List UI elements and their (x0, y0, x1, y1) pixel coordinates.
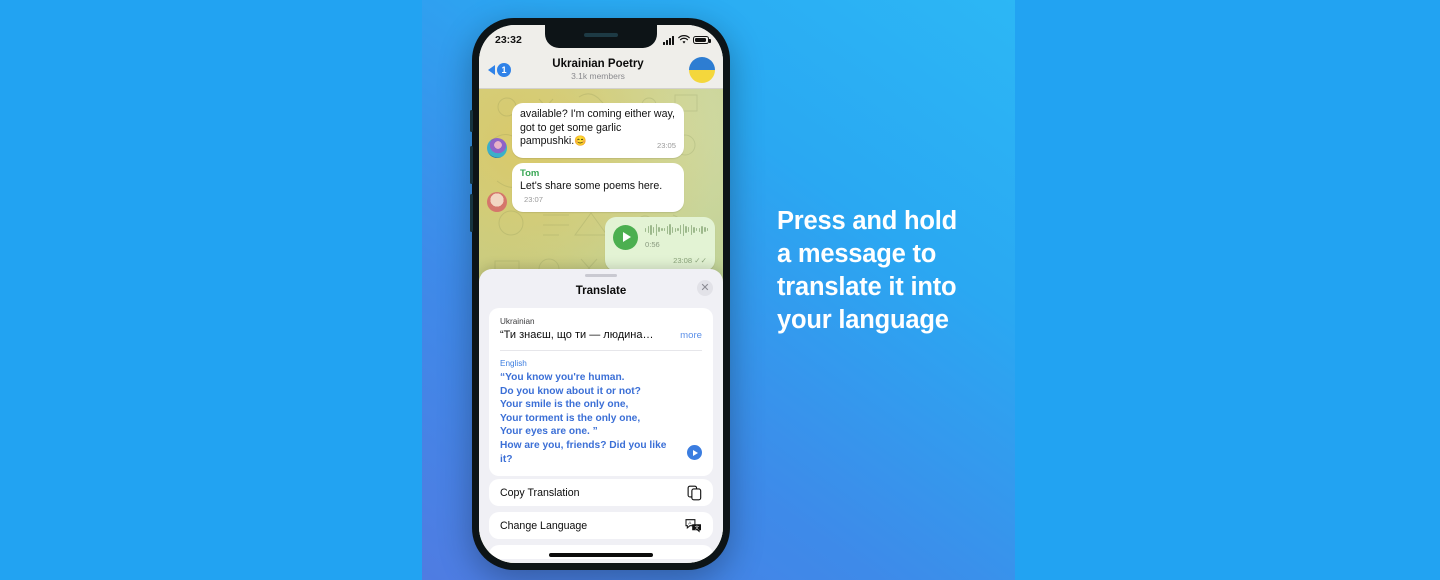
phone-volume-up-button (470, 146, 473, 184)
translation-line: Your eyes are one. ” (500, 426, 598, 438)
close-icon[interactable]: ✕ (697, 280, 713, 297)
sheet-title: Translate (575, 285, 627, 298)
translation-line: “You know you're human. (500, 371, 625, 383)
chevron-left-icon (488, 64, 495, 75)
message-time: 23:08 (673, 255, 693, 265)
message-text: available? I'm coming either way, got to… (520, 108, 675, 148)
change-language-label: Change Language (500, 519, 588, 532)
voice-waveform (645, 223, 709, 237)
play-icon[interactable] (613, 224, 638, 250)
translation-card: Ukrainian “Ти знаєш, що ти — людина… mor… (489, 308, 713, 477)
chat-title-block[interactable]: Ukrainian Poetry 3.1k members (507, 58, 689, 82)
chat-title: Ukrainian Poetry (552, 57, 644, 70)
message-emoji: 😊 (574, 136, 587, 148)
headline-line-3: translate it into (777, 273, 957, 301)
translation-line: Your torment is the only one, (500, 412, 641, 424)
earpiece-speaker (584, 33, 618, 37)
chat-nav-bar: 1 Ukrainian Poetry 3.1k members (479, 51, 723, 89)
translation-last-line: How are you, friends? Did you like it? (500, 439, 667, 465)
chat-subtitle: 3.1k members (571, 70, 625, 81)
message-time: 23:07 (524, 195, 544, 205)
message-text: Let's share some poems here. (520, 179, 663, 192)
home-indicator (549, 553, 653, 557)
translate-icon: A 文 (685, 519, 701, 533)
phone-mockup: 23:32 1 Ukrainian Poetry 3.1k members av… (470, 18, 730, 570)
signal-bars-icon (663, 35, 674, 45)
source-language-label: Ukrainian (500, 317, 535, 327)
status-bar-time: 23:32 (495, 34, 522, 46)
more-link[interactable]: more (680, 330, 702, 341)
voice-duration: 0:56 (645, 239, 660, 249)
message-sender: Tom (520, 167, 540, 179)
phone-screen: 23:32 1 Ukrainian Poetry 3.1k members av… (479, 25, 723, 563)
headline-line-1: Press and hold (777, 207, 957, 235)
sheet-actions: Copy Translation Change Language A 文 (479, 479, 723, 563)
wifi-icon (677, 35, 690, 44)
battery-icon (693, 35, 711, 45)
target-language-label: English (500, 358, 527, 368)
translation-line: Your smile is the only one, (500, 399, 629, 411)
translate-sheet: Translate ✕ Ukrainian “Ти знаєш, що ти —… (479, 269, 723, 563)
message-bubble[interactable]: Tom Let's share some poems here. 23:07 (512, 162, 684, 212)
svg-text:文: 文 (695, 524, 700, 531)
source-text: “Ти знаєш, що ти — людина… (500, 329, 654, 342)
speaker-play-icon[interactable] (687, 445, 702, 461)
promo-headline: Press and hold a message to translate it… (777, 205, 1077, 337)
message-bubble[interactable]: available? I'm coming either way, got to… (512, 103, 684, 158)
copy-icon (687, 485, 702, 500)
copy-translation-button[interactable]: Copy Translation (489, 479, 713, 506)
headline-line-2: a message to (777, 240, 937, 268)
headline-line-4: your language (777, 306, 949, 334)
translation-line: Do you know about it or not? (500, 385, 641, 397)
phone-mute-switch (470, 110, 473, 132)
phone-volume-down-button (470, 194, 473, 232)
voice-message-bubble[interactable]: 0:56 23:08 ✓✓ (605, 216, 715, 272)
card-divider (500, 350, 702, 351)
voice-message-time: 23:08 ✓✓ (613, 254, 707, 268)
phone-notch (545, 25, 657, 48)
message-time: 23:05 (656, 141, 676, 151)
avatar[interactable] (689, 56, 715, 83)
change-language-button[interactable]: Change Language A 文 (489, 512, 713, 539)
double-check-icon: ✓✓ (694, 255, 707, 265)
copy-translation-label: Copy Translation (500, 486, 580, 499)
